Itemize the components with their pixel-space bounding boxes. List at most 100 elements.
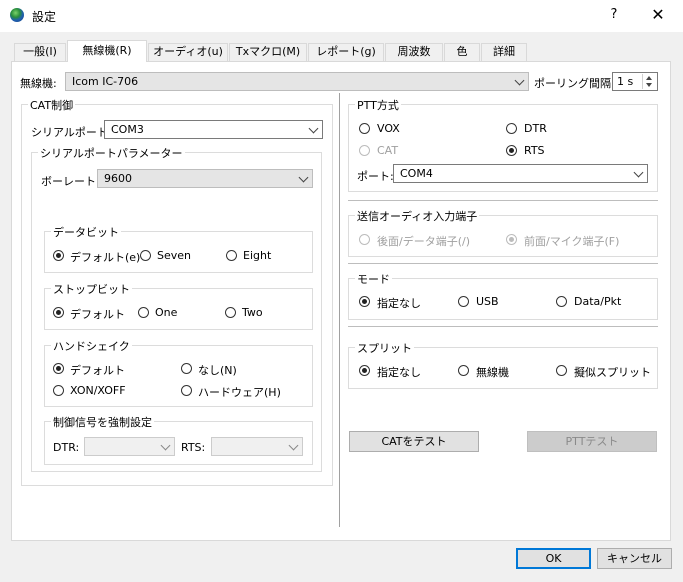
- chevron-down-icon: [160, 440, 171, 451]
- radio-select[interactable]: Icom IC-706: [65, 72, 529, 91]
- baud-value: 9600: [104, 172, 132, 185]
- tab-audio[interactable]: オーディオ(u): [148, 43, 228, 61]
- serial-port-select[interactable]: COM3: [104, 120, 323, 139]
- stopbits-two-label[interactable]: Two: [242, 306, 263, 319]
- handshake-none-radio[interactable]: [181, 363, 192, 374]
- split-title: スプリット: [355, 340, 414, 356]
- radio-select-value: Icom IC-706: [72, 75, 139, 88]
- tx-audio-front-radio[interactable]: [506, 234, 517, 245]
- ptt-rts-radio[interactable]: [506, 145, 517, 156]
- handshake-default-radio[interactable]: [53, 363, 64, 374]
- handshake-hardware-radio[interactable]: [181, 385, 192, 396]
- tx-audio-title: 送信オーディオ入力端子: [355, 208, 480, 224]
- mode-usb-label[interactable]: USB: [476, 295, 499, 308]
- split-fake-label[interactable]: 擬似スプリット: [574, 364, 651, 380]
- ptt-cat-label[interactable]: CAT: [377, 144, 398, 157]
- ptt-cat-radio[interactable]: [359, 145, 370, 156]
- tab-report[interactable]: レポート(g): [308, 43, 384, 61]
- title-bar: [0, 0, 683, 32]
- databits-default-radio[interactable]: [53, 250, 64, 261]
- tx-audio-rear-radio[interactable]: [359, 234, 370, 245]
- stopbits-default-radio[interactable]: [53, 307, 64, 318]
- handshake-xonxoff-radio[interactable]: [53, 385, 64, 396]
- tx-audio-front-label[interactable]: 前面/マイク端子(F): [524, 233, 619, 249]
- tab-radio[interactable]: 無線機(R): [67, 40, 147, 62]
- chevron-down-icon: [288, 440, 299, 451]
- radio-label: 無線機:: [20, 77, 57, 90]
- ptt-vox-label[interactable]: VOX: [377, 122, 400, 135]
- separator: [348, 200, 658, 201]
- databits-eight-label[interactable]: Eight: [243, 249, 271, 262]
- baud-select[interactable]: 9600: [97, 169, 313, 188]
- split-none-label[interactable]: 指定なし: [377, 364, 421, 380]
- handshake-hardware-label[interactable]: ハードウェア(H): [198, 384, 281, 400]
- tx-audio-rear-label[interactable]: 後面/データ端子(/): [377, 233, 470, 249]
- window-title: 設定: [32, 10, 57, 24]
- serial-params-title: シリアルポートパラメーター: [38, 145, 185, 161]
- databits-seven-label[interactable]: Seven: [157, 249, 191, 262]
- force-control-title: 制御信号を強制設定: [51, 414, 154, 430]
- databits-title: データビット: [51, 224, 121, 240]
- ptt-rts-label[interactable]: RTS: [524, 144, 545, 157]
- spinner-arrows[interactable]: [642, 74, 656, 89]
- ptt-vox-radio[interactable]: [359, 123, 370, 134]
- separator: [348, 326, 658, 327]
- tab-advanced[interactable]: 詳細: [481, 43, 527, 61]
- handshake-none-label[interactable]: なし(N): [198, 362, 237, 378]
- column-divider: [339, 93, 340, 527]
- polling-interval-spinner[interactable]: 1 s: [612, 72, 658, 91]
- mode-title: モード: [355, 271, 392, 287]
- tab-tx-macro[interactable]: Txマクロ(M): [229, 43, 307, 61]
- test-cat-button[interactable]: CATをテスト: [349, 431, 479, 452]
- mode-datapkt-radio[interactable]: [556, 296, 567, 307]
- cancel-button[interactable]: キャンセル: [597, 548, 672, 569]
- mode-datapkt-label[interactable]: Data/Pkt: [574, 295, 621, 308]
- split-rig-radio[interactable]: [458, 365, 469, 376]
- spin-down-icon[interactable]: [646, 83, 652, 87]
- ptt-dtr-radio[interactable]: [506, 123, 517, 134]
- ptt-port-select[interactable]: COM4: [393, 164, 648, 183]
- help-button[interactable]: ?: [604, 5, 624, 25]
- chevron-down-icon: [514, 75, 525, 86]
- separator: [348, 263, 658, 264]
- ptt-dtr-label[interactable]: DTR: [524, 122, 547, 135]
- chevron-down-icon: [308, 123, 319, 134]
- chevron-down-icon: [633, 167, 644, 178]
- mode-none-radio[interactable]: [359, 296, 370, 307]
- split-none-radio[interactable]: [359, 365, 370, 376]
- cat-control-title: CAT制御: [28, 97, 76, 113]
- tab-colors[interactable]: 色: [444, 43, 480, 61]
- stopbits-two-radio[interactable]: [225, 307, 236, 318]
- rts-label: RTS:: [181, 441, 206, 454]
- stopbits-default-label[interactable]: デフォルト: [70, 306, 125, 322]
- mode-usb-radio[interactable]: [458, 296, 469, 307]
- ptt-method-title: PTT方式: [355, 97, 401, 113]
- spin-up-icon[interactable]: [646, 76, 652, 80]
- databits-default-label[interactable]: デフォルト(e): [70, 249, 140, 265]
- ptt-port-value: COM4: [400, 167, 433, 180]
- stopbits-title: ストップビット: [51, 281, 132, 297]
- ptt-port-label: ポート:: [357, 170, 394, 183]
- globe-icon: [10, 8, 24, 22]
- stopbits-one-label[interactable]: One: [155, 306, 177, 319]
- tab-frequencies[interactable]: 周波数: [385, 43, 443, 61]
- serial-port-value: COM3: [111, 123, 144, 136]
- handshake-title: ハンドシェイク: [51, 338, 132, 354]
- ok-button[interactable]: OK: [516, 548, 591, 569]
- tab-general[interactable]: 一般(I): [14, 43, 66, 61]
- polling-label: ポーリング間隔:: [534, 77, 615, 90]
- handshake-default-label[interactable]: デフォルト: [70, 362, 125, 378]
- split-fake-radio[interactable]: [556, 365, 567, 376]
- stopbits-one-radio[interactable]: [138, 307, 149, 318]
- databits-seven-radio[interactable]: [140, 250, 151, 261]
- polling-value: 1 s: [617, 75, 634, 88]
- mode-none-label[interactable]: 指定なし: [377, 295, 421, 311]
- split-rig-label[interactable]: 無線機: [476, 364, 509, 380]
- databits-eight-radio[interactable]: [226, 250, 237, 261]
- handshake-xonxoff-label[interactable]: XON/XOFF: [70, 384, 126, 397]
- test-ptt-button[interactable]: PTTテスト: [527, 431, 657, 452]
- serial-port-label: シリアルポート:: [31, 126, 112, 139]
- close-icon[interactable]: ✕: [646, 5, 670, 25]
- dtr-select[interactable]: [84, 437, 175, 456]
- rts-select[interactable]: [211, 437, 303, 456]
